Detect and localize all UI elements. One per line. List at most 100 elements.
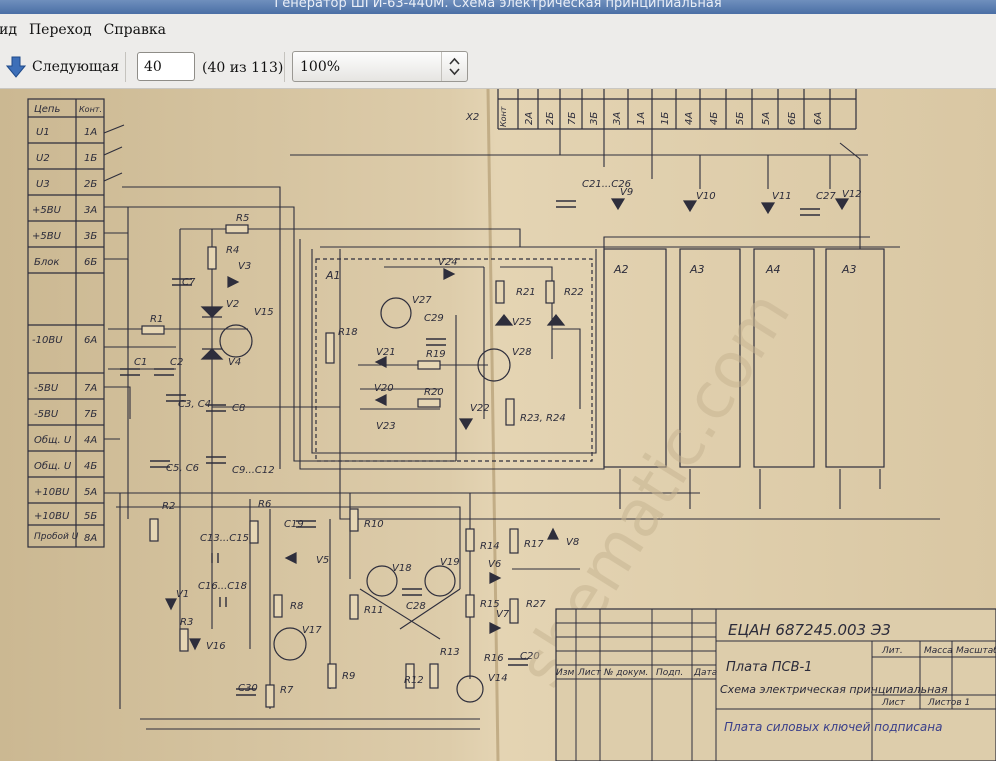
table-row-contact: 5А: [84, 487, 97, 498]
component-label: R8: [290, 601, 303, 612]
zoom-select[interactable]: 100%: [292, 51, 468, 82]
component-label: V14: [488, 673, 508, 684]
component-label: R16: [484, 653, 504, 664]
component-label: R20: [424, 387, 444, 398]
component-label: V15: [254, 307, 274, 318]
component-label: R13: [440, 647, 460, 658]
stamp-header: Лист: [577, 668, 602, 678]
block-label: А4: [765, 263, 781, 276]
component-label: R12: [404, 675, 424, 686]
table-row-name: Общ. U: [34, 434, 72, 446]
component-label: C28: [406, 601, 426, 612]
x2-contact: 2Б: [545, 112, 556, 125]
stamp-header: Дата: [693, 668, 717, 678]
table-row-name: -5ВU: [34, 383, 59, 394]
component-label: R19: [426, 349, 446, 360]
component-label: V23: [376, 421, 396, 432]
component-label: C29: [424, 313, 444, 324]
component-label: R11: [364, 605, 384, 616]
toolbar: Следующая (40 из 113) 100%: [0, 46, 996, 89]
table-row-name: -10ВU: [32, 335, 63, 346]
stamp-sheets-total: Листов 1: [927, 698, 970, 708]
component-label: R7: [280, 685, 294, 696]
component-label: R1: [150, 314, 163, 325]
component-label: C30: [238, 683, 258, 694]
arrow-down-icon: [6, 56, 26, 78]
component-label: V22: [470, 403, 490, 414]
component-label: C19: [284, 519, 304, 530]
table-row-name: +10ВU: [34, 487, 70, 498]
component-label: R2: [162, 501, 175, 512]
table-row-contact: 3Б: [84, 231, 97, 242]
table-row-name: Общ. U: [34, 460, 72, 472]
zoom-value: 100%: [300, 59, 341, 75]
block-label: А3: [689, 263, 705, 276]
menu-go[interactable]: Переход: [29, 22, 98, 38]
window-title: Генератор ШГИ-63-440М. Схема электрическ…: [274, 0, 722, 11]
component-label: V24: [438, 257, 458, 268]
component-label: V1: [176, 589, 189, 600]
block-label: А1: [325, 269, 341, 282]
component-label: V12: [842, 189, 862, 200]
x2-contact: 7Б: [567, 112, 578, 125]
table-row-contact: 1А: [84, 127, 97, 138]
component-label: V11: [772, 191, 792, 202]
block-label: А3: [841, 263, 857, 276]
table-row-contact: 7А: [84, 383, 97, 394]
chevron-updown-icon: [449, 57, 460, 76]
table-row-name: +5ВU: [32, 205, 62, 216]
stamp-header: Подп.: [656, 668, 683, 678]
x2-contact: 5Б: [735, 112, 746, 125]
toolbar-separator: [125, 52, 126, 82]
next-page-button[interactable]: Следующая: [6, 51, 119, 83]
component-label: V4: [228, 357, 241, 368]
document-view[interactable]: Цепь Конт. U1 1А U2 1Б U3 2Б +5ВU 3А +5В…: [0, 89, 996, 761]
component-label: R10: [364, 519, 384, 530]
page-number-input[interactable]: [137, 52, 195, 81]
component-label: V7: [496, 609, 510, 620]
component-label: C13...C15: [200, 533, 249, 544]
component-label: R21: [516, 287, 536, 298]
table-row-contact: 4Б: [84, 461, 97, 472]
component-label: C27: [816, 191, 836, 202]
menu-view[interactable]: ид: [0, 22, 23, 38]
x2-contact: 3Б: [589, 112, 600, 125]
x2-contact: 6А: [813, 112, 824, 125]
component-label: V17: [302, 625, 322, 636]
component-label: C7: [182, 277, 196, 288]
table-row-contact: 4А: [84, 435, 97, 446]
menu-help[interactable]: Справка: [104, 22, 172, 38]
component-label: R3: [180, 617, 193, 628]
table-row-name: +5ВU: [32, 231, 62, 242]
component-label: V2: [226, 299, 239, 310]
component-label: V27: [412, 295, 432, 306]
table-row-name: U1: [36, 127, 50, 138]
component-label: R14: [480, 541, 500, 552]
component-label: V20: [374, 383, 394, 394]
x2-label: Х2: [465, 112, 479, 123]
table-row-contact: 6Б: [84, 257, 97, 268]
table-header-circuit: Цепь: [34, 104, 60, 115]
component-label: C8: [232, 403, 245, 414]
component-label: V25: [512, 317, 532, 328]
component-label: C3, C4: [178, 399, 211, 410]
stamp-header: Изм: [556, 668, 575, 678]
component-label: V5: [316, 555, 329, 566]
component-label: R5: [236, 213, 249, 224]
table-row-contact: 5Б: [84, 511, 97, 522]
window-title-bar: Генератор ШГИ-63-440М. Схема электрическ…: [0, 0, 996, 14]
block-label: А2: [613, 263, 629, 276]
stamp-header: № докум.: [603, 668, 648, 678]
component-label: V10: [696, 191, 716, 202]
component-label: V16: [206, 641, 226, 652]
table-row-name: Блок: [34, 257, 59, 268]
component-label: R23, R24: [520, 413, 566, 424]
stamp-document-type: Схема электрическая принципиальная: [720, 683, 948, 696]
component-label: C1: [134, 357, 147, 368]
component-label: V28: [512, 347, 532, 358]
x2-contact: 3А: [612, 112, 623, 125]
table-row-contact: 3А: [84, 205, 97, 216]
zoom-arrows[interactable]: [441, 52, 467, 81]
stamp-product: Плата ПСВ-1: [726, 660, 812, 675]
component-label: V3: [238, 261, 251, 272]
